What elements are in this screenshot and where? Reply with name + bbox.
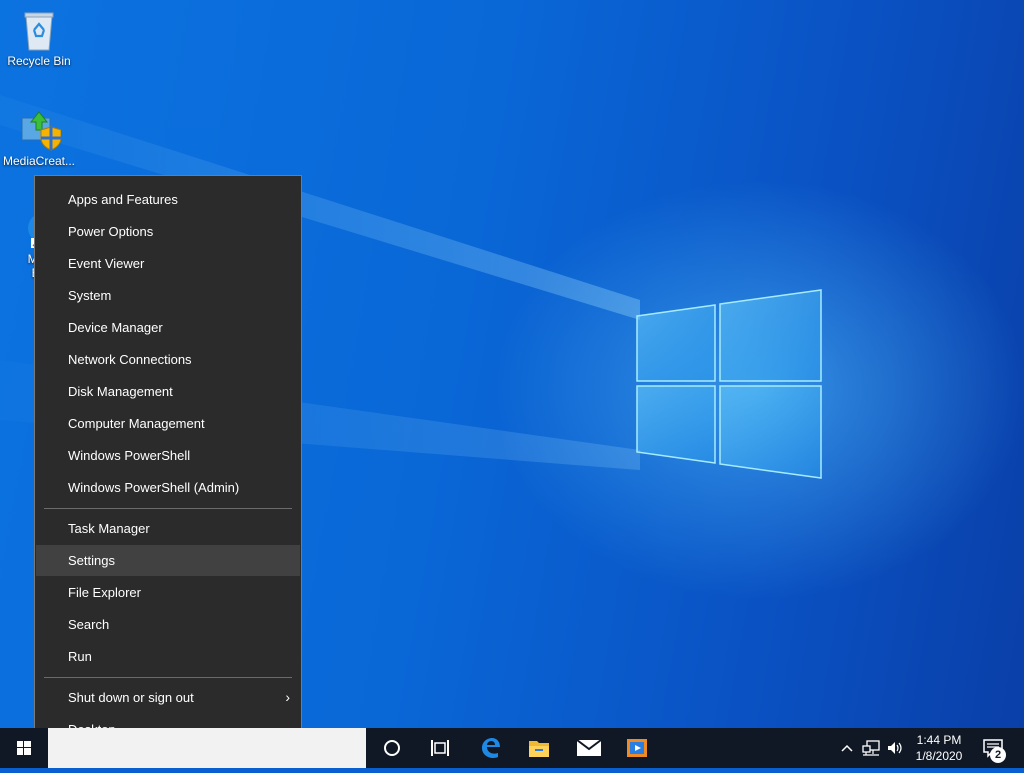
volume-tray-button[interactable] xyxy=(884,728,906,768)
menu-item-windows-powershell[interactable]: Windows PowerShell xyxy=(36,440,300,471)
menu-item-file-explorer[interactable]: File Explorer xyxy=(36,577,300,608)
taskbar-media-player-button[interactable] xyxy=(613,728,661,768)
media-creation-tool-icon xyxy=(17,108,62,152)
chevron-up-icon xyxy=(841,744,853,752)
taskbar: 1:44 PM 1/8/2020 xyxy=(0,728,1024,768)
cortana-button[interactable] xyxy=(368,728,416,768)
taskbar-search-box[interactable] xyxy=(48,728,366,768)
menu-item-settings[interactable]: Settings xyxy=(36,545,300,576)
power-user-menu: Apps and Features Power Options Event Vi… xyxy=(34,175,302,753)
menu-item-windows-powershell-admin[interactable]: Windows PowerShell (Admin) xyxy=(36,472,300,503)
file-explorer-icon xyxy=(529,741,549,757)
taskbar-clock[interactable]: 1:44 PM 1/8/2020 xyxy=(906,728,972,768)
menu-item-event-viewer[interactable]: Event Viewer xyxy=(36,248,300,279)
menu-separator xyxy=(44,508,292,509)
task-view-button[interactable] xyxy=(416,728,464,768)
network-tray-button[interactable] xyxy=(860,728,882,768)
menu-item-power-options[interactable]: Power Options xyxy=(36,216,300,247)
desktop-icon-media-creation-tool[interactable]: MediaCreat... xyxy=(1,108,77,168)
edge-icon xyxy=(482,738,500,758)
menu-item-device-manager[interactable]: Device Manager xyxy=(36,312,300,343)
desktop-icon-label: Recycle Bin xyxy=(7,54,71,68)
show-hidden-icons-button[interactable] xyxy=(836,728,858,768)
menu-item-apps-and-features[interactable]: Apps and Features xyxy=(36,184,300,215)
menu-item-shut-down-or-sign-out[interactable]: Shut down or sign out › xyxy=(36,682,300,713)
menu-item-search[interactable]: Search xyxy=(36,609,300,640)
volume-icon xyxy=(888,742,902,754)
desktop-icon-recycle-bin[interactable]: Recycle Bin xyxy=(1,8,77,68)
taskbar-edge-button[interactable] xyxy=(466,728,514,768)
mail-icon xyxy=(576,739,602,756)
taskbar-file-explorer-button[interactable] xyxy=(515,728,563,768)
windows-start-icon xyxy=(17,741,31,755)
notification-count-badge: 2 xyxy=(990,747,1006,763)
taskbar-mail-button[interactable] xyxy=(565,728,613,768)
cortana-icon xyxy=(384,740,400,756)
menu-item-computer-management[interactable]: Computer Management xyxy=(36,408,300,439)
start-button[interactable] xyxy=(0,728,48,768)
recycle-bin-icon xyxy=(17,8,61,52)
network-icon xyxy=(862,740,880,756)
menu-item-disk-management[interactable]: Disk Management xyxy=(36,376,300,407)
media-player-icon xyxy=(627,739,647,757)
menu-separator xyxy=(44,677,292,678)
task-view-icon xyxy=(431,740,449,756)
clock-time: 1:44 PM xyxy=(916,733,962,747)
menu-item-system[interactable]: System xyxy=(36,280,300,311)
desktop-icon-label: MediaCreat... xyxy=(2,154,76,168)
clock-date: 1/8/2020 xyxy=(915,749,963,763)
menu-item-task-manager[interactable]: Task Manager xyxy=(36,513,300,544)
menu-item-run[interactable]: Run xyxy=(36,641,300,672)
chevron-right-icon: › xyxy=(285,689,290,705)
menu-item-network-connections[interactable]: Network Connections xyxy=(36,344,300,375)
